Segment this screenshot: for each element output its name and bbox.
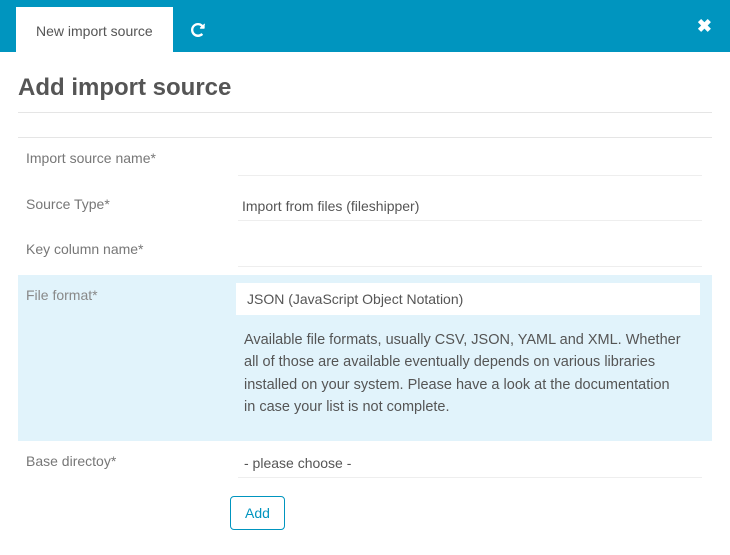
spacer (18, 486, 228, 510)
content-area: Add import source Import source name* So… (0, 52, 730, 538)
select-source-type[interactable]: Import from files (fileshipper) (238, 192, 702, 221)
tab-new-import-source[interactable]: New import source (16, 7, 173, 53)
close-icon: ✖ (697, 16, 712, 36)
form: Import source name* Source Type* Import … (18, 137, 712, 538)
label-file-format: File format* (18, 275, 228, 315)
help-file-format: Available file formats, usually CSV, JSO… (236, 315, 700, 433)
header-bar: New import source ✖ (0, 0, 730, 52)
row-file-format: File format* JSON (JavaScript Object Not… (18, 275, 712, 441)
row-import-source-name: Import source name* (18, 138, 712, 184)
row-key-column-name: Key column name* (18, 229, 712, 275)
input-import-source-name[interactable] (238, 146, 702, 176)
page-title: Add import source (18, 64, 712, 113)
label-base-directory: Base directoy* (18, 441, 228, 481)
tab-label: New import source (36, 23, 153, 39)
refresh-icon (191, 23, 205, 37)
select-file-format[interactable]: JSON (JavaScript Object Notation) (236, 283, 700, 315)
close-button[interactable]: ✖ (697, 16, 712, 37)
row-base-directory: Base directoy* - please choose - (18, 441, 712, 486)
select-base-directory[interactable]: - please choose - (238, 449, 702, 478)
label-key-column-name: Key column name* (18, 229, 228, 269)
refresh-button[interactable] (177, 7, 219, 53)
label-source-type: Source Type* (18, 184, 228, 224)
row-source-type: Source Type* Import from files (fileship… (18, 184, 712, 229)
row-buttons: Add (18, 486, 712, 538)
input-key-column-name[interactable] (238, 237, 702, 267)
add-button[interactable]: Add (230, 496, 285, 530)
label-import-source-name: Import source name* (18, 138, 228, 178)
